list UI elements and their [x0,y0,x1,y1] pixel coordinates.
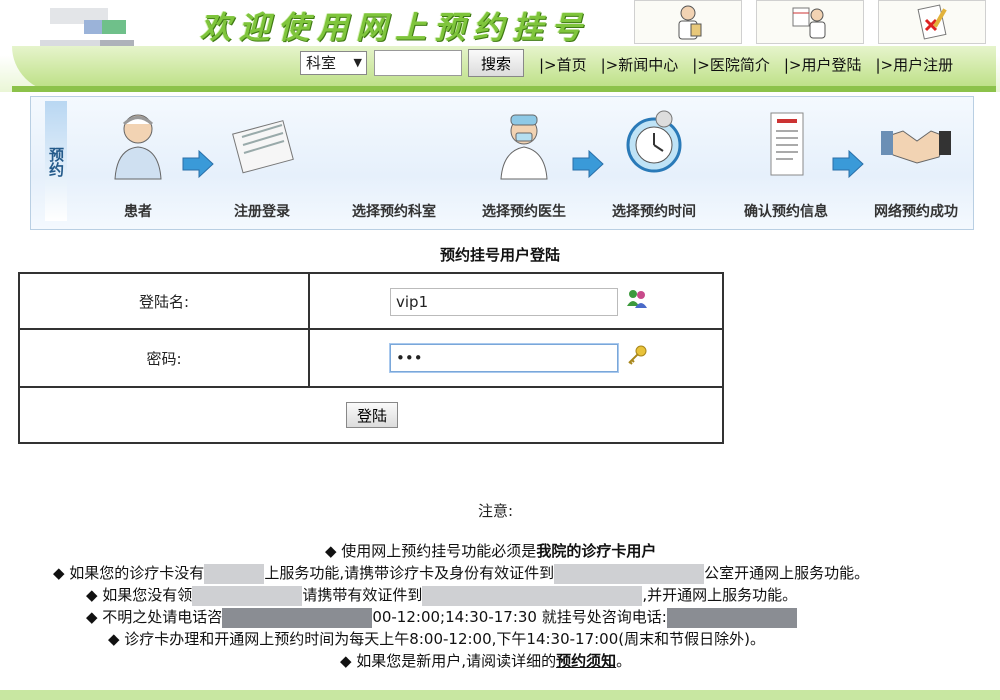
notice-line: ◆ 诊疗卡办理和开通网上预约时间为每天上午8:00-12:00,下午14:30-… [108,630,765,648]
notebook-icon [232,120,294,174]
arrow-right-icon [832,149,864,179]
nav-link-login[interactable]: |>用户登陆 [784,54,862,75]
steps-tag: 预约 [45,101,67,221]
site-title: 欢迎使用网上预约挂号 [200,10,590,46]
page-footer [0,690,1000,700]
document-icon [770,112,804,176]
login-form: 登陆名: vip1 密码: ••• 登陆 [18,272,724,444]
redacted-block [204,563,265,584]
username-input[interactable]: vip1 [390,288,618,316]
password-input[interactable]: ••• [390,344,618,372]
nav-link-home[interactable]: |>首页 [539,54,587,75]
password-row: 密码: ••• [20,330,722,388]
doctor-icon [500,114,548,180]
header-illustrations [634,0,986,44]
page-header: 欢迎使用网上预约挂号 科室 ▼ 搜索 |>首页 |>新闻中心 |>医院简介 |>… [0,0,1000,92]
search-button[interactable]: 搜索 [468,49,524,77]
submit-row: 登陆 [20,388,722,442]
nav-bar: 科室 ▼ 搜索 |>首页 |>新闻中心 |>医院简介 |>用户登陆 |>用户注册 [12,46,996,92]
notice-line: ◆ 如果您的诊疗卡没有 上服务功能,请携带诊疗卡及身份有效证件到 公室开通网上服务功… [53,563,870,584]
clipboard-illustration-icon [878,0,986,44]
department-select-value: 科室 [306,54,337,72]
nav-link-about[interactable]: |>医院简介 [692,54,770,75]
step-label: 选择预约科室 [352,204,436,220]
step-select-department: 选择预约科室 [339,107,449,221]
booking-steps-banner: 预约 患者 注册登录 选择预约科室 选择预约医生 选择预约时间 确认预约信息 网… [30,96,974,230]
step-label: 注册登录 [234,204,290,220]
step-booking-success: 网络预约成功 [861,107,971,221]
clock-icon [626,110,682,173]
step-label: 选择预约时间 [612,204,696,220]
password-label: 密码: [20,330,310,386]
notice-line: ◆ 如果您是新用户,请阅读详细的预约须知。 [340,652,632,670]
booking-notice-link[interactable]: 预约须知 [556,652,616,670]
step-select-time: 选择预约时间 [599,107,709,221]
notice-title: 注意: [478,502,514,520]
redacted-block [222,607,373,628]
username-row: 登陆名: vip1 [20,274,722,330]
calendar-doctor-illustration-icon [756,0,864,44]
nav-link-register[interactable]: |>用户注册 [876,54,954,75]
nav-link-news[interactable]: |>新闻中心 [601,54,679,75]
step-label: 患者 [124,204,152,220]
username-label: 登陆名: [20,274,310,328]
nav-links: |>首页 |>新闻中心 |>医院简介 |>用户登陆 |>用户注册 [539,54,967,75]
redacted-block [666,607,797,628]
doctor-illustration-icon [634,0,742,44]
step-label: 网络预约成功 [874,204,958,220]
search-input[interactable] [374,50,462,76]
step-select-doctor: 选择预约医生 [469,107,579,221]
step-register-login: 注册登录 [207,107,317,221]
key-icon [628,345,647,365]
users-icon [627,290,647,308]
step-patient: 患者 [83,107,193,221]
notice-line: ◆ 如果您没有领 请携带有效证件到 ,并开通网上服务功能。 [86,585,798,606]
patient-icon [114,114,162,180]
handshake-icon [881,130,951,164]
redacted-block [554,563,705,584]
chevron-down-icon: ▼ [353,56,362,69]
login-button[interactable]: 登陆 [346,402,398,428]
notice-line: ◆ 不明之处请电话咨 00-12:00;14:30-17:30 就挂号处咨询电话: [0,606,1000,628]
step-confirm-info: 确认预约信息 [731,107,841,221]
redacted-block [422,585,643,606]
notice-line: ◆ 使用网上预约挂号功能必须是我院的诊疗卡用户 [325,542,657,560]
step-label: 选择预约医生 [482,204,566,220]
step-label: 确认预约信息 [744,204,828,220]
login-form-title: 预约挂号用户登陆 [439,246,560,264]
redacted-block [192,585,303,606]
department-select[interactable]: 科室 ▼ [300,51,367,75]
